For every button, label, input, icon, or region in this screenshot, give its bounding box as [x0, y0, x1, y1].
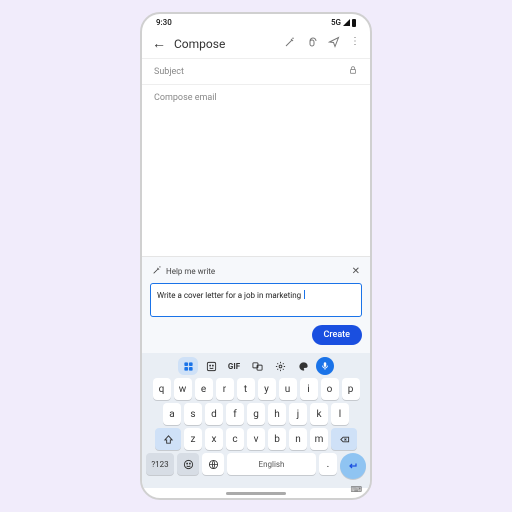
- create-button[interactable]: Create: [312, 325, 362, 345]
- key-n[interactable]: n: [289, 428, 307, 450]
- key-emoji[interactable]: [177, 453, 199, 475]
- back-icon[interactable]: ←: [152, 35, 166, 52]
- key-y[interactable]: y: [258, 378, 276, 400]
- kbd-row3: z x c v b n m: [146, 428, 366, 450]
- key-t[interactable]: t: [237, 378, 255, 400]
- clock: 9:30: [156, 18, 172, 27]
- prompt-input[interactable]: Write a cover letter for a job in market…: [150, 283, 362, 317]
- subject-field[interactable]: Subject: [142, 58, 370, 85]
- network-label: 5G: [331, 18, 341, 27]
- key-backspace[interactable]: [331, 428, 357, 450]
- nav-bar: [142, 488, 370, 498]
- body-placeholder: Compose email: [154, 93, 217, 103]
- kbd-row1: q w e r t y u i o p: [146, 378, 366, 400]
- key-d[interactable]: d: [205, 403, 223, 425]
- key-o[interactable]: o: [321, 378, 339, 400]
- key-shift[interactable]: [155, 428, 181, 450]
- key-v[interactable]: v: [247, 428, 265, 450]
- more-icon[interactable]: ⋮: [350, 36, 360, 51]
- send-icon[interactable]: [328, 36, 340, 51]
- key-j[interactable]: j: [289, 403, 307, 425]
- key-h[interactable]: h: [268, 403, 286, 425]
- keyboard-switch-icon[interactable]: ⌨: [350, 485, 362, 494]
- keyboard: GIF q w e r t y u i o p: [142, 353, 370, 488]
- key-l[interactable]: l: [331, 403, 349, 425]
- key-w[interactable]: w: [174, 378, 192, 400]
- kbd-toolbar-mic-icon[interactable]: [316, 357, 334, 375]
- subject-placeholder: Subject: [154, 67, 184, 77]
- close-icon[interactable]: ✕: [352, 266, 360, 277]
- kbd-toolbar-translate-icon[interactable]: [247, 357, 267, 375]
- prompt-text: Write a cover letter for a job in market…: [157, 291, 301, 300]
- kbd-row2: a s d f g h j k l: [146, 403, 366, 425]
- signal-icon: [343, 19, 350, 26]
- key-r[interactable]: r: [216, 378, 234, 400]
- key-i[interactable]: i: [300, 378, 318, 400]
- kbd-toolbar-suggestions-icon[interactable]: [178, 357, 198, 375]
- status-bar: 9:30 5G: [142, 14, 370, 29]
- key-symbols[interactable]: ?123: [146, 453, 174, 475]
- key-a[interactable]: a: [163, 403, 181, 425]
- key-f[interactable]: f: [226, 403, 244, 425]
- help-me-write-panel: Help me write ✕ Write a cover letter for…: [142, 256, 370, 353]
- key-m[interactable]: m: [310, 428, 328, 450]
- key-period[interactable]: .: [319, 453, 337, 475]
- panel-title: Help me write: [166, 267, 215, 276]
- key-globe[interactable]: [202, 453, 224, 475]
- body-field[interactable]: Compose email: [142, 85, 370, 256]
- attach-icon[interactable]: [306, 36, 318, 51]
- key-enter[interactable]: [340, 453, 366, 479]
- phone-frame: 9:30 5G ← Compose ⋮ Subject Com: [140, 12, 372, 500]
- key-x[interactable]: x: [205, 428, 223, 450]
- key-q[interactable]: q: [153, 378, 171, 400]
- key-space[interactable]: English: [227, 453, 316, 475]
- key-z[interactable]: z: [184, 428, 202, 450]
- key-u[interactable]: u: [279, 378, 297, 400]
- magic-write-icon[interactable]: [284, 36, 296, 51]
- key-c[interactable]: c: [226, 428, 244, 450]
- kbd-toolbar-palette-icon[interactable]: [293, 357, 313, 375]
- key-g[interactable]: g: [247, 403, 265, 425]
- key-p[interactable]: p: [342, 378, 360, 400]
- key-e[interactable]: e: [195, 378, 213, 400]
- key-k[interactable]: k: [310, 403, 328, 425]
- kbd-row4: ?123 English .: [146, 453, 366, 479]
- key-b[interactable]: b: [268, 428, 286, 450]
- kbd-toolbar-gif[interactable]: GIF: [224, 357, 244, 375]
- nav-pill[interactable]: [226, 492, 286, 495]
- confidential-icon[interactable]: [348, 65, 358, 78]
- key-s[interactable]: s: [184, 403, 202, 425]
- pencil-spark-icon: [152, 265, 162, 277]
- kbd-toolbar-sticker-icon[interactable]: [201, 357, 221, 375]
- app-bar: ← Compose ⋮: [142, 29, 370, 58]
- screen-title: Compose: [174, 37, 276, 51]
- battery-icon: [352, 19, 356, 27]
- kbd-toolbar-settings-icon[interactable]: [270, 357, 290, 375]
